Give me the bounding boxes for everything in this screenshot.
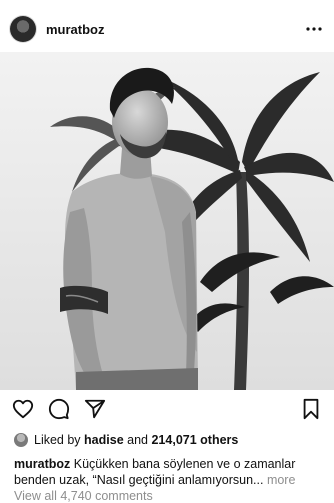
likes-count[interactable]: 214,071 others bbox=[151, 433, 238, 447]
post-image bbox=[0, 52, 334, 390]
caption-more-link[interactable]: more bbox=[267, 473, 295, 487]
caption-line1: Küçükken bana söylenen ve o zamanlar bbox=[73, 457, 296, 471]
bookmark-icon[interactable] bbox=[300, 398, 322, 420]
avatar[interactable] bbox=[10, 16, 36, 42]
comment-icon[interactable] bbox=[48, 398, 70, 420]
liker-username[interactable]: hadise bbox=[84, 433, 124, 447]
post-photo[interactable] bbox=[0, 52, 334, 390]
post-caption: muratboz Küçükken bana söylenen ve o zam… bbox=[14, 456, 324, 488]
send-icon[interactable] bbox=[84, 398, 106, 420]
action-bar bbox=[0, 398, 334, 424]
likes-conjunction: and bbox=[127, 433, 148, 447]
more-horizontal-icon[interactable] bbox=[306, 22, 322, 36]
likes-summary[interactable]: Liked by hadise and 214,071 others bbox=[14, 432, 238, 448]
heart-icon[interactable] bbox=[12, 398, 34, 420]
post-header: muratboz bbox=[0, 0, 334, 52]
view-comments-link[interactable]: View all 4,740 comments bbox=[14, 489, 153, 503]
caption-username[interactable]: muratboz bbox=[14, 457, 70, 471]
post-username[interactable]: muratboz bbox=[46, 22, 105, 37]
caption-line2: benden uzak, “Nasıl geçtiğini anlamıyors… bbox=[14, 473, 264, 487]
likes-prefix: Liked by bbox=[34, 433, 81, 447]
liker-avatar bbox=[14, 433, 28, 447]
